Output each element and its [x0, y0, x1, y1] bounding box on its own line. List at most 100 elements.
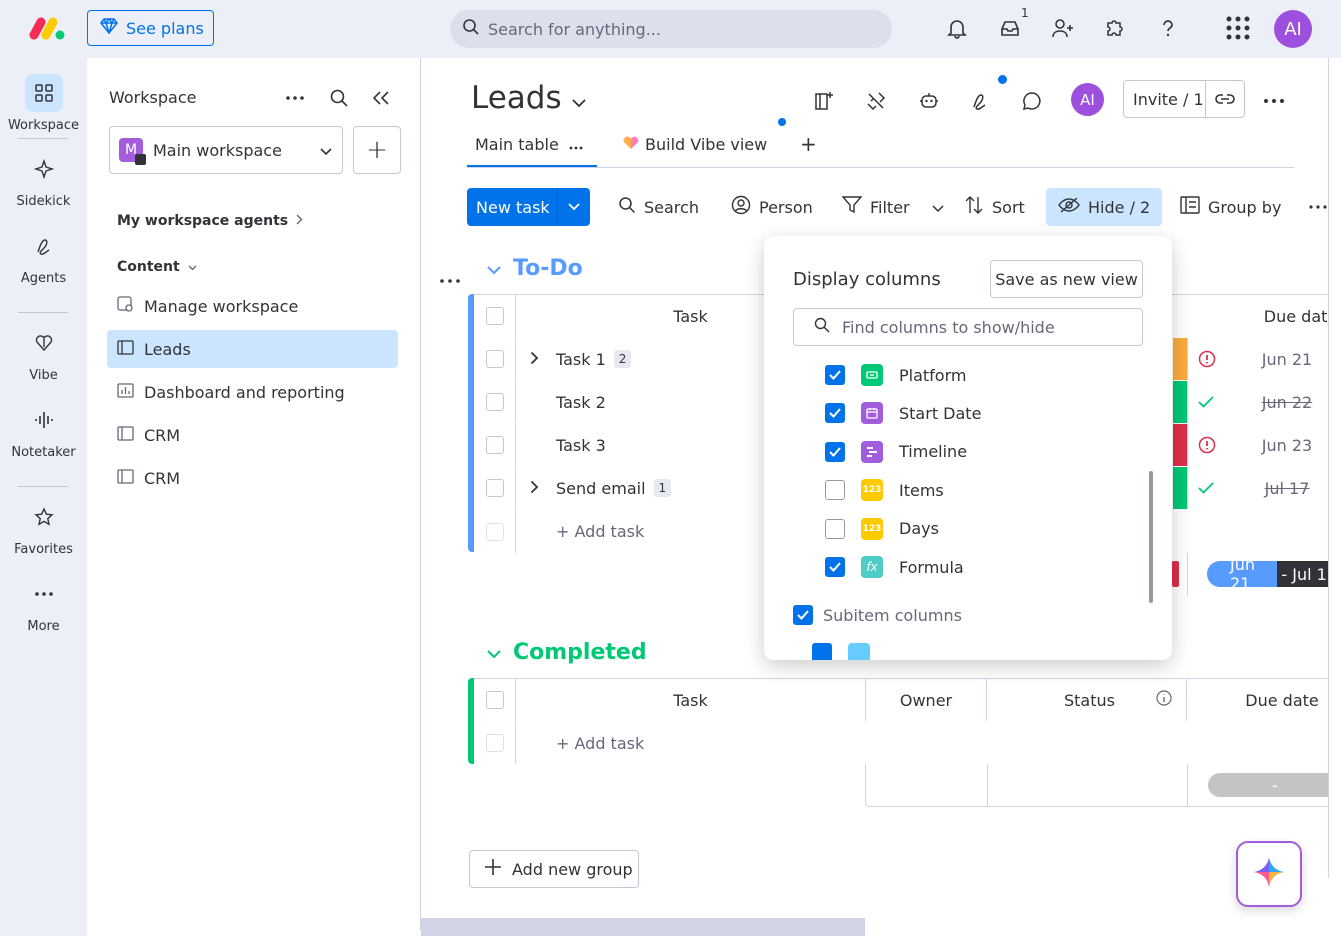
workspace-selector[interactable]: M Main workspace	[109, 126, 343, 174]
invite-button[interactable]: Invite / 1	[1123, 80, 1245, 118]
person-filter-button[interactable]: Person	[731, 188, 813, 226]
global-search-input[interactable]: Search for anything...	[450, 10, 892, 48]
puzzle-icon[interactable]	[1101, 14, 1129, 42]
user-avatar[interactable]: AI	[1274, 10, 1312, 48]
add-new-group-button[interactable]: Add new group	[469, 850, 639, 888]
group-header-todo[interactable]: To-Do	[487, 256, 583, 281]
chevron-down-icon[interactable]	[557, 188, 590, 226]
rail-favorites[interactable]: Favorites	[0, 498, 87, 557]
collapse-icon[interactable]	[369, 86, 393, 110]
select-all-checkbox[interactable]	[485, 691, 504, 709]
timeline-summary[interactable]: Jun 21 - Jul 17	[1207, 561, 1341, 587]
invite-member-icon[interactable]	[1049, 14, 1077, 42]
group-by-button[interactable]: Group by	[1180, 188, 1281, 226]
checkbox-checked[interactable]	[825, 441, 845, 462]
link-icon[interactable]	[1204, 81, 1244, 117]
subitem-count[interactable]: 2	[613, 350, 632, 368]
column-header-owner[interactable]: Owner	[866, 679, 987, 721]
chevron-right-icon[interactable]	[530, 350, 539, 369]
checkbox-checked[interactable]	[793, 605, 813, 625]
sidebar-item-crm[interactable]: CRM	[107, 416, 398, 454]
due-date-cell[interactable]: Jun 22	[1242, 381, 1332, 423]
automate-icon[interactable]	[863, 88, 889, 114]
select-all-checkbox[interactable]	[485, 307, 504, 325]
row-checkbox[interactable]	[485, 393, 504, 411]
board-title[interactable]: Leads	[471, 80, 586, 116]
row-checkbox[interactable]	[485, 350, 504, 368]
popup-scrollbar[interactable]	[1149, 471, 1153, 603]
chevron-down-icon[interactable]	[487, 256, 501, 281]
search-board-button[interactable]: Search	[618, 188, 699, 226]
robot-icon[interactable]	[916, 88, 942, 114]
more-icon[interactable]	[1261, 88, 1287, 114]
checkbox-checked[interactable]	[825, 557, 845, 577]
chevron-right-icon[interactable]	[530, 479, 539, 498]
search-icon[interactable]	[327, 86, 351, 110]
horizontal-scrollbar[interactable]	[421, 918, 865, 936]
subitem-columns-toggle[interactable]: Subitem columns	[793, 597, 962, 633]
checkbox-unchecked[interactable]	[825, 480, 845, 501]
board-user-avatar[interactable]: AI	[1071, 83, 1104, 116]
rail-more[interactable]: More	[0, 575, 87, 634]
status-cell[interactable]	[1173, 338, 1187, 380]
sidebar-item-leads[interactable]: Leads	[107, 330, 398, 368]
rail-notetaker[interactable]: Notetaker	[0, 401, 87, 460]
column-header-task[interactable]: Task	[516, 679, 866, 721]
sort-button[interactable]: Sort	[964, 188, 1025, 226]
sidebar-item-dashboard[interactable]: Dashboard and reporting	[107, 373, 398, 411]
inbox-icon[interactable]	[996, 14, 1024, 42]
monday-logo[interactable]	[28, 16, 68, 42]
row-checkbox[interactable]	[485, 479, 504, 497]
status-cell[interactable]	[1173, 424, 1187, 466]
workspace-agents-link[interactable]: My workspace agents	[117, 213, 303, 229]
save-as-new-view-button[interactable]: Save as new view	[990, 260, 1143, 298]
new-task-button[interactable]: New task	[467, 188, 590, 226]
column-toggle-row[interactable]: 123 Items	[825, 472, 944, 508]
checkbox-unchecked[interactable]	[825, 518, 845, 539]
group-menu-more-icon[interactable]	[440, 268, 460, 287]
hide-columns-button[interactable]: Hide / 2	[1046, 188, 1163, 226]
more-icon[interactable]	[1309, 188, 1329, 226]
due-date-cell[interactable]: Jun 21	[1242, 338, 1332, 380]
column-toggle-row[interactable]: Timeline	[825, 434, 967, 470]
rail-workspace[interactable]: Workspace	[0, 74, 87, 133]
column-header-due-date[interactable]: Due date	[1187, 679, 1341, 721]
rail-vibe[interactable]: Vibe	[0, 324, 87, 383]
more-icon[interactable]	[569, 135, 583, 154]
comment-icon[interactable]	[1019, 88, 1045, 114]
rail-sidekick[interactable]: Sidekick	[0, 150, 87, 209]
find-columns-input[interactable]: Find columns to show/hide	[793, 308, 1143, 346]
tab-main-table[interactable]: Main table	[467, 135, 597, 167]
chevron-down-icon[interactable]	[932, 198, 944, 217]
bell-icon[interactable]	[943, 14, 971, 42]
group-header-completed[interactable]: Completed	[487, 640, 647, 665]
add-task-input[interactable]: + Add task	[516, 722, 1341, 764]
content-section-toggle[interactable]: Content	[117, 259, 197, 275]
column-toggle-row[interactable]: 123 Days	[825, 511, 939, 547]
agents-icon[interactable]	[968, 88, 994, 114]
sidekick-fab-button[interactable]	[1236, 841, 1302, 907]
due-date-cell[interactable]: Jul 17	[1242, 467, 1332, 509]
checkbox-checked[interactable]	[825, 365, 845, 385]
sidebar-item-crm[interactable]: CRM	[107, 459, 398, 497]
more-icon[interactable]	[283, 86, 307, 110]
column-toggle-row[interactable]: fx Formula	[825, 549, 964, 585]
status-cell[interactable]	[1173, 381, 1187, 423]
column-header-status[interactable]: Status	[987, 679, 1187, 721]
checkbox-checked[interactable]	[825, 403, 845, 424]
add-widget-icon[interactable]	[811, 88, 837, 114]
apps-grid-icon[interactable]	[1224, 14, 1252, 42]
tab-build-vibe-view[interactable]: Build Vibe view	[623, 135, 767, 154]
filter-button[interactable]: Filter	[841, 188, 944, 226]
add-view-button[interactable]: +	[800, 132, 817, 156]
info-icon[interactable]	[1156, 690, 1172, 710]
due-date-cell[interactable]: Jun 23	[1242, 424, 1332, 466]
column-toggle-row[interactable]: Start Date	[825, 395, 981, 431]
column-toggle-row[interactable]: Platform	[825, 357, 966, 393]
add-item-button[interactable]: +	[353, 126, 401, 174]
row-checkbox[interactable]	[485, 436, 504, 454]
rail-agents[interactable]: Agents	[0, 227, 87, 286]
see-plans-button[interactable]: See plans	[87, 10, 214, 46]
subitem-count[interactable]: 1	[653, 479, 672, 497]
sidebar-item-manage-workspace[interactable]: Manage workspace	[107, 287, 398, 325]
